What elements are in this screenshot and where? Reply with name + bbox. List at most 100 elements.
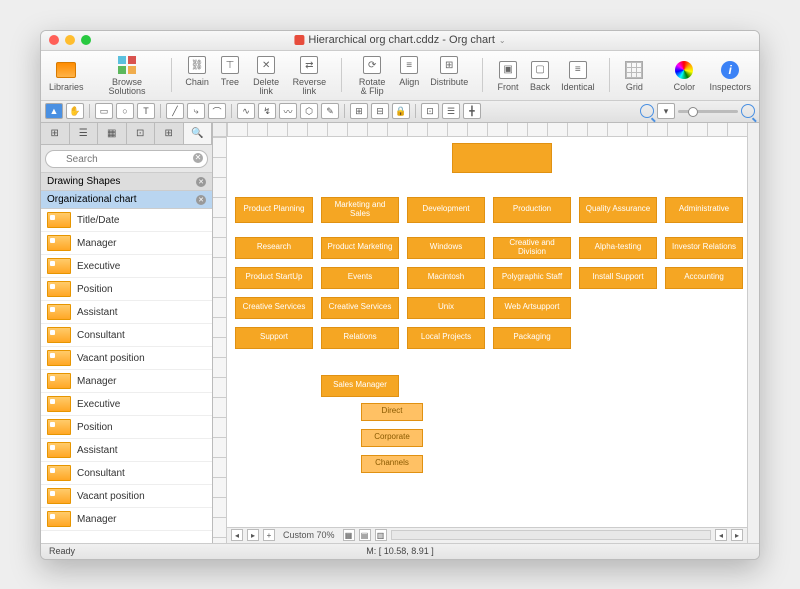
shape-item[interactable]: Vacant position (41, 347, 212, 370)
shape-item[interactable]: Assistant (41, 439, 212, 462)
shape-item[interactable]: Title/Date (41, 209, 212, 232)
rotate-flip-button[interactable]: ⟳Rotate & Flip (356, 54, 388, 96)
org-node[interactable]: Quality Assurance (579, 197, 657, 223)
tree-button[interactable]: ⊤Tree (219, 54, 241, 96)
zoom-dropdown[interactable]: ▾ (657, 103, 675, 119)
front-button[interactable]: ▣Front (497, 59, 519, 92)
spline-tool[interactable]: ∿ (237, 103, 255, 119)
org-node[interactable]: Channels (361, 455, 423, 473)
org-node[interactable]: Direct (361, 403, 423, 421)
scroll-left-button[interactable]: ◂ (715, 529, 727, 541)
org-node[interactable]: Product Marketing (321, 237, 399, 259)
poly-tool[interactable]: ⬡ (300, 103, 318, 119)
reverse-link-button[interactable]: ⇄Reverse link (291, 54, 327, 96)
layers-tool[interactable]: ☰ (442, 103, 460, 119)
shape-item[interactable]: Manager (41, 508, 212, 531)
libraries-button[interactable]: Libraries (49, 59, 84, 92)
window-title[interactable]: Hierarchical org chart.cddz - Org chart … (294, 34, 505, 46)
tab-shapes[interactable]: ▦ (98, 123, 127, 144)
identical-button[interactable]: ≡Identical (561, 59, 595, 92)
lock-tool[interactable]: 🔒 (392, 103, 410, 119)
line-tool[interactable]: ╱ (166, 103, 184, 119)
org-node[interactable]: Research (235, 237, 313, 259)
org-node[interactable]: Accounting (665, 267, 743, 289)
hscrollbar[interactable] (391, 530, 711, 540)
freehand-tool[interactable]: ✎ (321, 103, 339, 119)
section-drawing-shapes[interactable]: Drawing Shapes ✕ (41, 173, 212, 191)
org-node[interactable]: Sales Manager (321, 375, 399, 397)
tab-tree[interactable]: ⊞ (41, 123, 70, 144)
pointer-tool[interactable]: ▲ (45, 103, 63, 119)
org-node[interactable]: Marketing and Sales (321, 197, 399, 223)
org-node[interactable]: Development (407, 197, 485, 223)
search-field[interactable]: ✕ (45, 149, 208, 169)
shape-item[interactable]: Vacant position (41, 485, 212, 508)
zoom-slider[interactable] (678, 110, 738, 113)
browse-solutions-button[interactable]: Browse Solutions (98, 54, 157, 96)
close-section-button[interactable]: ✕ (196, 195, 206, 205)
org-node[interactable]: Support (235, 327, 313, 349)
snap-tool[interactable]: ⊡ (421, 103, 439, 119)
minimize-button[interactable] (65, 35, 75, 45)
text-tool[interactable]: T (137, 103, 155, 119)
shape-item[interactable]: Executive (41, 255, 212, 278)
shape-item[interactable]: Consultant (41, 324, 212, 347)
view-mode-1[interactable]: ▦ (343, 529, 355, 541)
shape-item[interactable]: Manager (41, 232, 212, 255)
clear-search-button[interactable]: ✕ (193, 153, 203, 163)
shape-item[interactable]: Assistant (41, 301, 212, 324)
tab-grid[interactable]: ⊞ (155, 123, 184, 144)
shape-item[interactable]: Executive (41, 393, 212, 416)
canvas[interactable]: PresidentCSOProduct PlanningMarketing an… (227, 137, 747, 527)
org-node[interactable]: Creative Services (321, 297, 399, 319)
hand-tool[interactable]: ✋ (66, 103, 84, 119)
shape-list[interactable]: Title/DateManagerExecutivePositionAssist… (41, 209, 212, 543)
org-node[interactable]: Administrative (665, 197, 743, 223)
org-node[interactable]: Polygraphic Staff (493, 267, 571, 289)
page-prev-button[interactable]: ◂ (231, 529, 243, 541)
shape-item[interactable]: Position (41, 278, 212, 301)
view-mode-2[interactable]: ▤ (359, 529, 371, 541)
org-node[interactable]: Events (321, 267, 399, 289)
org-node[interactable]: Macintosh (407, 267, 485, 289)
zoom-out-icon[interactable] (640, 104, 654, 118)
page-add-button[interactable]: + (263, 529, 275, 541)
shape-item[interactable]: Manager (41, 370, 212, 393)
search-input[interactable] (45, 150, 208, 168)
ruler-vertical[interactable] (213, 137, 227, 543)
inspectors-button[interactable]: iInspectors (709, 59, 751, 92)
org-node[interactable]: Packaging (493, 327, 571, 349)
back-button[interactable]: ▢Back (529, 59, 551, 92)
maximize-button[interactable] (81, 35, 91, 45)
delete-link-button[interactable]: ✕Delete link (251, 54, 281, 96)
vscrollbar[interactable] (747, 123, 759, 543)
org-node[interactable]: Install Support (579, 267, 657, 289)
org-node[interactable]: Relations (321, 327, 399, 349)
rect-tool[interactable]: ▭ (95, 103, 113, 119)
org-node[interactable]: Product StartUp (235, 267, 313, 289)
bezier-tool[interactable]: 〰 (279, 103, 297, 119)
org-node[interactable]: Investor Relations (665, 237, 743, 259)
org-node[interactable]: Local Projects (407, 327, 485, 349)
shape-item[interactable]: Consultant (41, 462, 212, 485)
guides-tool[interactable]: ╋ (463, 103, 481, 119)
org-node[interactable]: Alpha-testing (579, 237, 657, 259)
arc-tool[interactable]: ⌒ (208, 103, 226, 119)
zoom-in-icon[interactable] (741, 104, 755, 118)
align-button[interactable]: ≡Align (398, 54, 420, 96)
tab-layers[interactable]: ☰ (70, 123, 99, 144)
ungroup-tool[interactable]: ⊟ (371, 103, 389, 119)
org-node[interactable]: Production (493, 197, 571, 223)
tab-search[interactable]: 🔍 (184, 123, 213, 144)
distribute-button[interactable]: ⊞Distribute (430, 54, 468, 96)
scroll-right-button[interactable]: ▸ (731, 529, 743, 541)
org-node[interactable]: Creative and Division (493, 237, 571, 259)
org-node[interactable]: Product Planning (235, 197, 313, 223)
grid-button[interactable]: Grid (623, 59, 645, 92)
group-tool[interactable]: ⊞ (350, 103, 368, 119)
close-button[interactable] (49, 35, 59, 45)
section-org-chart[interactable]: Organizational chart ✕ (41, 191, 212, 209)
org-node[interactable]: Windows (407, 237, 485, 259)
smart-connector-tool[interactable]: ↯ (258, 103, 276, 119)
org-node[interactable]: Unix (407, 297, 485, 319)
